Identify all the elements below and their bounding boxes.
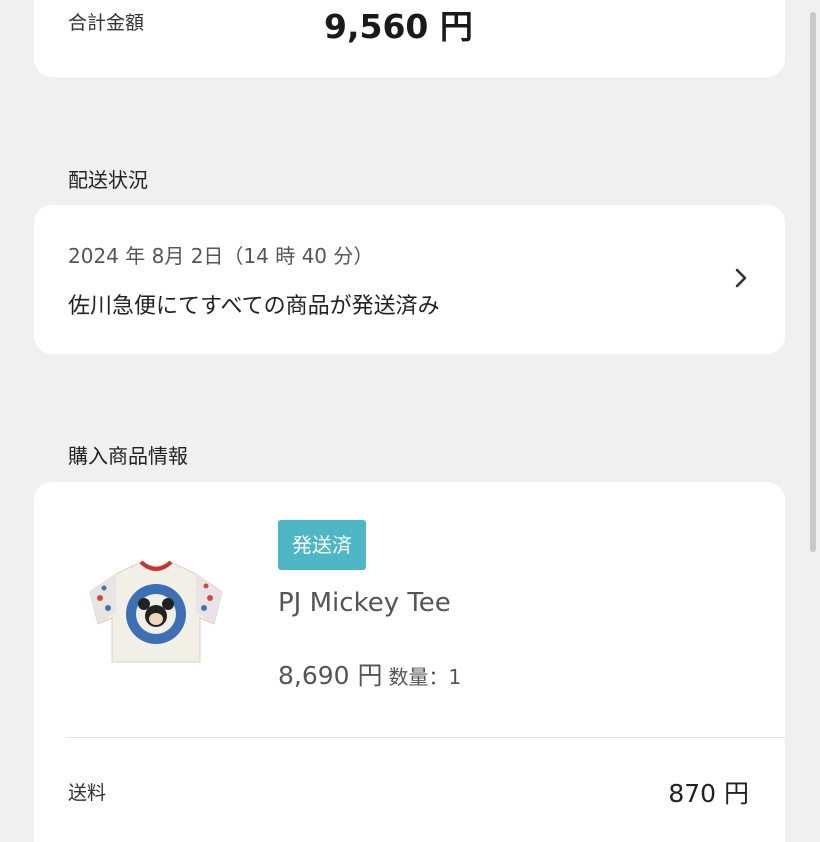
shipping-date: 2024 年 8月 2日（14 時 40 分）	[68, 244, 374, 268]
product-name[interactable]: PJ Mickey Tee	[278, 588, 451, 618]
shipping-status-text: 佐川急便にてすべての商品が発送済み	[68, 294, 440, 319]
total-value: 9,560 円	[324, 7, 473, 46]
total-card: 合計金額 9,560 円	[34, 0, 785, 77]
product-price: 8,690 円	[278, 661, 383, 690]
purchased-items-card: 発送済 PJ Mickey Tee 8,690 円数量：1 送料 870 円	[34, 482, 785, 842]
product-price-row: 8,690 円数量：1	[278, 656, 461, 692]
chevron-right-icon[interactable]	[733, 267, 749, 289]
tshirt-image[interactable]	[86, 552, 226, 667]
total-label: 合計金額	[68, 12, 145, 34]
shipping-fee-value: 870 円	[668, 779, 749, 808]
shipping-status-card[interactable]: 2024 年 8月 2日（14 時 40 分） 佐川急便にてすべての商品が発送済…	[34, 205, 785, 354]
scrollbar[interactable]	[810, 12, 816, 552]
product-quantity: 数量：1	[388, 665, 462, 689]
shipping-fee-label: 送料	[68, 782, 107, 804]
shipped-status-badge: 発送済	[278, 520, 366, 570]
divider	[66, 737, 785, 738]
shipping-section-title: 配送状況	[68, 168, 148, 192]
purchased-items-title: 購入商品情報	[68, 444, 188, 468]
